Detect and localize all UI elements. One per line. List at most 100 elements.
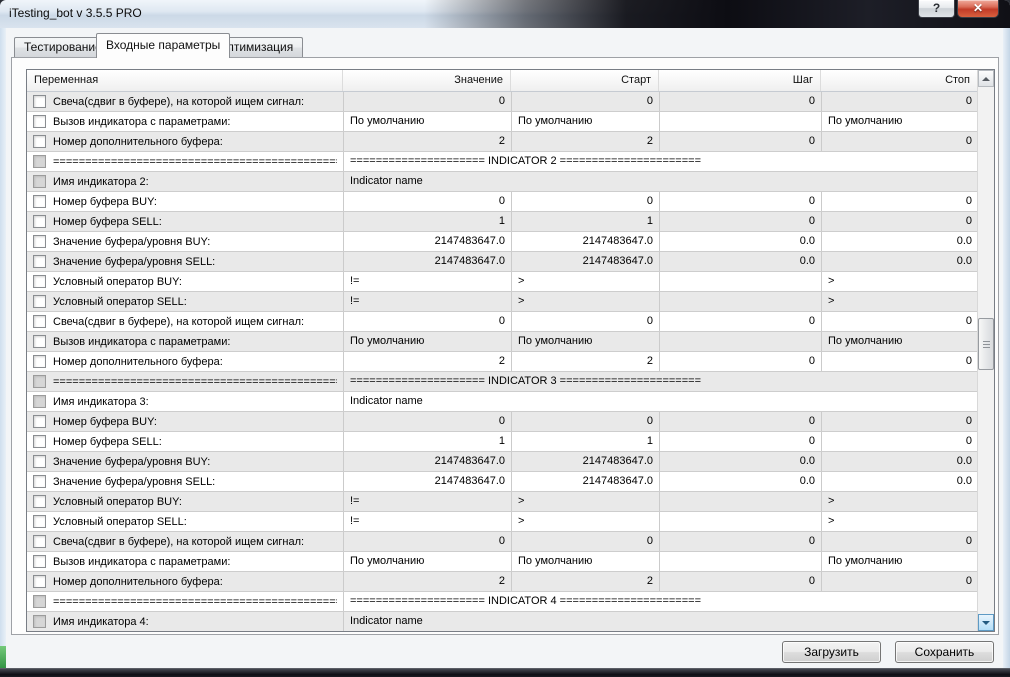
start-cell[interactable]: По умолчанию bbox=[511, 552, 659, 571]
stop-cell[interactable]: 0 bbox=[821, 192, 978, 211]
row-checkbox[interactable] bbox=[33, 495, 46, 508]
step-cell[interactable] bbox=[659, 552, 821, 571]
row-checkbox[interactable] bbox=[33, 335, 46, 348]
start-cell[interactable]: 0 bbox=[511, 92, 659, 111]
start-cell[interactable]: 0 bbox=[511, 412, 659, 431]
start-cell[interactable]: > bbox=[511, 272, 659, 291]
stop-cell[interactable]: 0 bbox=[821, 352, 978, 371]
start-cell[interactable]: 2147483647.0 bbox=[511, 232, 659, 251]
row-checkbox[interactable] bbox=[33, 575, 46, 588]
stop-cell[interactable]: 0.0 bbox=[821, 232, 978, 251]
step-cell[interactable] bbox=[659, 112, 821, 131]
stop-cell[interactable]: 0 bbox=[821, 432, 978, 451]
row-checkbox[interactable] bbox=[33, 275, 46, 288]
row-checkbox[interactable] bbox=[33, 255, 46, 268]
start-cell[interactable]: 2 bbox=[511, 132, 659, 151]
row-checkbox[interactable] bbox=[33, 215, 46, 228]
stop-cell[interactable]: 0 bbox=[821, 212, 978, 231]
row-checkbox[interactable] bbox=[33, 295, 46, 308]
value-cell[interactable]: 1 bbox=[343, 432, 511, 451]
step-cell[interactable]: 0.0 bbox=[659, 232, 821, 251]
step-cell[interactable]: 0.0 bbox=[659, 252, 821, 271]
load-button[interactable]: Загрузить bbox=[782, 641, 881, 663]
stop-cell[interactable]: 0.0 bbox=[821, 452, 978, 471]
step-cell[interactable]: 0 bbox=[659, 212, 821, 231]
value-cell[interactable]: ===================== INDICATOR 3 ======… bbox=[343, 372, 978, 391]
value-cell[interactable]: != bbox=[343, 492, 511, 511]
stop-cell[interactable]: По умолчанию bbox=[821, 332, 978, 351]
value-cell[interactable]: 2147483647.0 bbox=[343, 452, 511, 471]
value-cell[interactable]: ===================== INDICATOR 2 ======… bbox=[343, 152, 978, 171]
value-cell[interactable]: 2147483647.0 bbox=[343, 472, 511, 491]
row-checkbox[interactable] bbox=[33, 315, 46, 328]
value-cell[interactable]: != bbox=[343, 512, 511, 531]
value-cell[interactable]: != bbox=[343, 272, 511, 291]
stop-cell[interactable]: По умолчанию bbox=[821, 552, 978, 571]
start-cell[interactable]: 2 bbox=[511, 572, 659, 591]
row-checkbox[interactable] bbox=[33, 95, 46, 108]
value-cell[interactable]: По умолчанию bbox=[343, 552, 511, 571]
row-checkbox[interactable] bbox=[33, 475, 46, 488]
start-cell[interactable]: 0 bbox=[511, 532, 659, 551]
step-cell[interactable] bbox=[659, 492, 821, 511]
step-cell[interactable]: 0.0 bbox=[659, 472, 821, 491]
row-checkbox[interactable] bbox=[33, 415, 46, 428]
value-cell[interactable]: != bbox=[343, 292, 511, 311]
value-cell[interactable]: 0 bbox=[343, 92, 511, 111]
step-cell[interactable] bbox=[659, 512, 821, 531]
value-cell[interactable]: 0 bbox=[343, 312, 511, 331]
value-cell[interactable]: Indicator name bbox=[343, 612, 978, 631]
step-cell[interactable]: 0.0 bbox=[659, 452, 821, 471]
row-checkbox[interactable] bbox=[33, 115, 46, 128]
step-cell[interactable]: 0 bbox=[659, 432, 821, 451]
step-cell[interactable]: 0 bbox=[659, 132, 821, 151]
row-checkbox[interactable] bbox=[33, 135, 46, 148]
step-cell[interactable]: 0 bbox=[659, 412, 821, 431]
stop-cell[interactable]: 0.0 bbox=[821, 472, 978, 491]
start-cell[interactable]: 2147483647.0 bbox=[511, 472, 659, 491]
stop-cell[interactable]: > bbox=[821, 492, 978, 511]
tab-input-parameters[interactable]: Входные параметры bbox=[96, 33, 230, 58]
step-cell[interactable] bbox=[659, 292, 821, 311]
start-cell[interactable]: 0 bbox=[511, 192, 659, 211]
step-cell[interactable]: 0 bbox=[659, 532, 821, 551]
row-checkbox[interactable] bbox=[33, 435, 46, 448]
step-cell[interactable] bbox=[659, 332, 821, 351]
value-cell[interactable]: 1 bbox=[343, 212, 511, 231]
value-cell[interactable]: Indicator name bbox=[343, 172, 978, 191]
stop-cell[interactable]: > bbox=[821, 272, 978, 291]
start-cell[interactable]: > bbox=[511, 492, 659, 511]
start-cell[interactable]: 0 bbox=[511, 312, 659, 331]
step-cell[interactable]: 0 bbox=[659, 572, 821, 591]
row-checkbox[interactable] bbox=[33, 235, 46, 248]
row-checkbox[interactable] bbox=[33, 355, 46, 368]
start-cell[interactable]: По умолчанию bbox=[511, 332, 659, 351]
stop-cell[interactable]: > bbox=[821, 292, 978, 311]
stop-cell[interactable]: 0 bbox=[821, 92, 978, 111]
value-cell[interactable]: 2147483647.0 bbox=[343, 252, 511, 271]
start-cell[interactable]: 2147483647.0 bbox=[511, 252, 659, 271]
start-cell[interactable]: 1 bbox=[511, 432, 659, 451]
row-checkbox[interactable] bbox=[33, 515, 46, 528]
row-checkbox[interactable] bbox=[33, 555, 46, 568]
start-cell[interactable]: 2147483647.0 bbox=[511, 452, 659, 471]
start-cell[interactable]: > bbox=[511, 512, 659, 531]
row-checkbox[interactable] bbox=[33, 195, 46, 208]
close-button[interactable]: ✕ bbox=[957, 0, 999, 18]
value-cell[interactable]: 2 bbox=[343, 132, 511, 151]
value-cell[interactable]: 2 bbox=[343, 352, 511, 371]
scroll-up-button[interactable] bbox=[978, 70, 994, 87]
start-cell[interactable]: 2 bbox=[511, 352, 659, 371]
stop-cell[interactable]: По умолчанию bbox=[821, 112, 978, 131]
stop-cell[interactable]: 0 bbox=[821, 132, 978, 151]
step-cell[interactable]: 0 bbox=[659, 312, 821, 331]
stop-cell[interactable]: 0 bbox=[821, 572, 978, 591]
stop-cell[interactable]: 0 bbox=[821, 532, 978, 551]
value-cell[interactable]: 2 bbox=[343, 572, 511, 591]
stop-cell[interactable]: 0 bbox=[821, 412, 978, 431]
start-cell[interactable]: > bbox=[511, 292, 659, 311]
step-cell[interactable]: 0 bbox=[659, 92, 821, 111]
value-cell[interactable]: ===================== INDICATOR 4 ======… bbox=[343, 592, 978, 611]
start-cell[interactable]: По умолчанию bbox=[511, 112, 659, 131]
start-cell[interactable]: 1 bbox=[511, 212, 659, 231]
